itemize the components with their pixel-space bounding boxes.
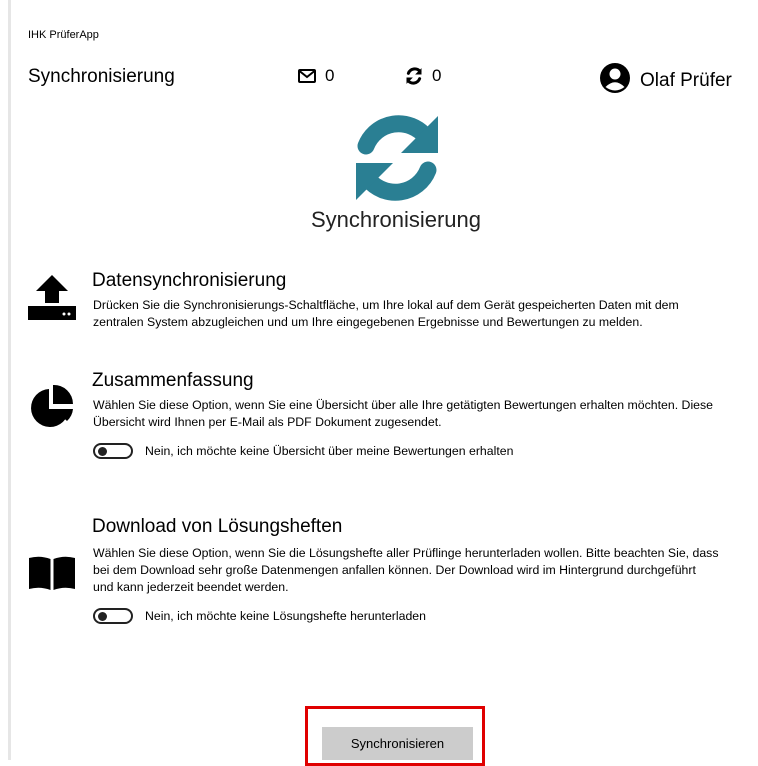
sync-small-icon <box>405 67 423 85</box>
user-name: Olaf Prüfer <box>640 70 732 91</box>
summary-toggle-row: Nein, ich möchte keine Übersicht über me… <box>93 443 513 459</box>
datasync-desc-line1: Drücken Sie die Synchronisierungs-Schalt… <box>93 298 679 312</box>
user-avatar-icon <box>600 63 630 99</box>
mail-count: 0 <box>325 66 335 85</box>
toggle-knob <box>98 447 107 456</box>
toggle-knob <box>98 612 107 621</box>
summary-title: Zusammenfassung <box>92 370 254 391</box>
download-title: Download von Lösungsheften <box>92 516 343 537</box>
download-desc-line3: und kann jederzeit beendet werden. <box>93 580 289 594</box>
summary-toggle-label: Nein, ich möchte keine Übersicht über me… <box>145 444 514 458</box>
mail-icon <box>298 69 316 83</box>
summary-desc-line1: Wählen Sie diese Option, wenn Sie eine Ü… <box>93 398 713 412</box>
sync-button[interactable]: Synchronisieren <box>322 727 473 760</box>
hero-title: Synchronisierung <box>311 207 481 232</box>
download-toggle-label: Nein, ich möchte keine Lösungshefte heru… <box>145 609 426 623</box>
datasync-desc-line2: zentralen System abzugleichen und um Ihr… <box>93 315 643 329</box>
download-desc-line1: Wählen Sie diese Option, wenn Sie die Lö… <box>93 546 719 560</box>
download-toggle[interactable] <box>93 608 133 624</box>
window-left-border <box>8 0 11 760</box>
mail-counter[interactable]: 0 <box>298 66 334 86</box>
sync-counter[interactable]: 0 <box>405 66 441 86</box>
user-profile[interactable]: Olaf Prüfer <box>600 63 732 99</box>
pie-chart-icon <box>29 383 75 434</box>
datasync-title: Datensynchronisierung <box>92 270 287 291</box>
download-desc-line2: bei dem Download sehr große Datenmengen … <box>93 563 696 577</box>
sync-count: 0 <box>432 66 442 85</box>
sync-icon <box>352 113 442 208</box>
book-icon <box>28 555 76 596</box>
app-title: IHK PrüferApp <box>28 29 99 41</box>
page-title: Synchronisierung <box>28 66 175 87</box>
summary-toggle[interactable] <box>93 443 133 459</box>
summary-desc-line2: Übersicht wird Ihnen per E-Mail als PDF … <box>93 415 442 429</box>
download-toggle-row: Nein, ich möchte keine Lösungshefte heru… <box>93 608 426 624</box>
upload-icon <box>28 275 76 326</box>
